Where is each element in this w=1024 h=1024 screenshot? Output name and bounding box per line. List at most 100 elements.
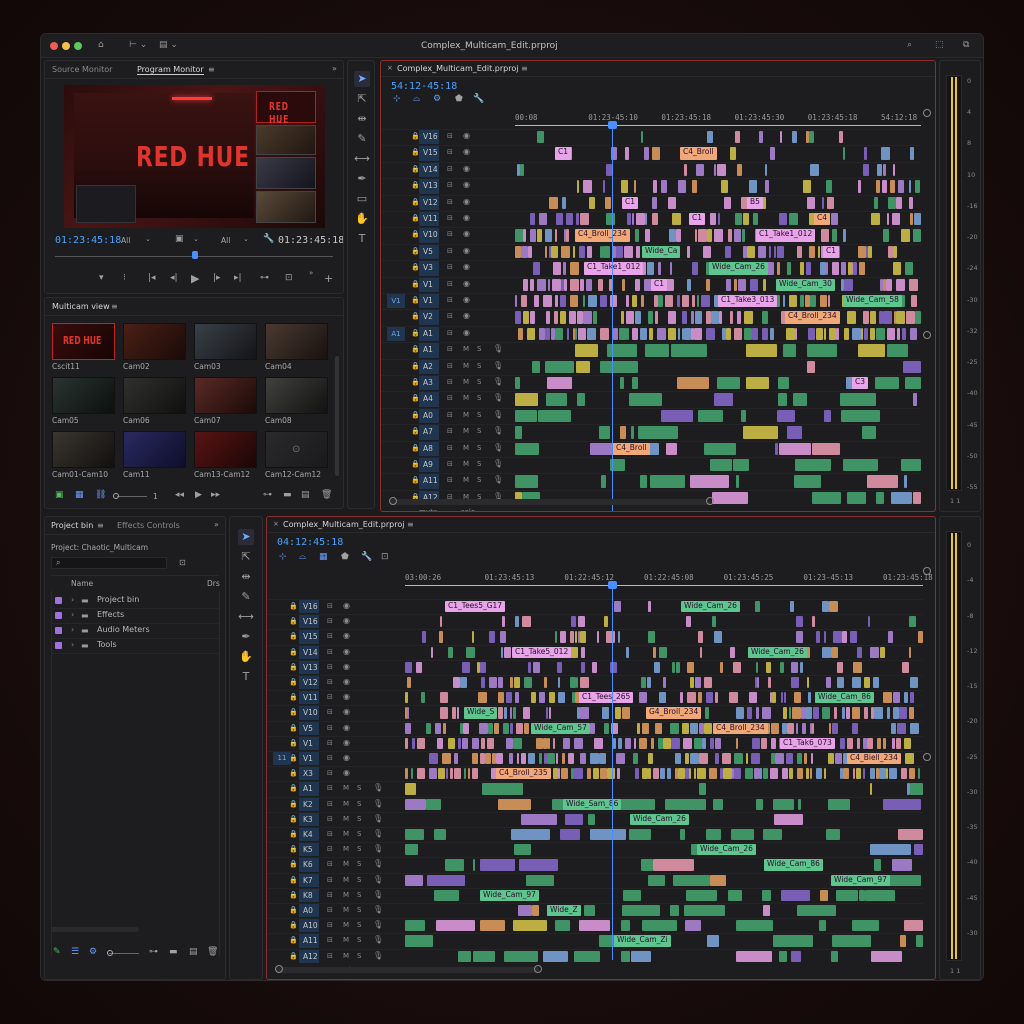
audio-clip[interactable]: [648, 874, 665, 886]
video-clip[interactable]: [792, 131, 797, 144]
video-clip[interactable]: [715, 692, 718, 704]
video-clip[interactable]: [685, 753, 689, 765]
video-clip[interactable]: [562, 196, 566, 209]
sync-lock-icon[interactable]: ⊟: [447, 230, 453, 238]
video-clip[interactable]: [755, 601, 760, 613]
video-clip[interactable]: [472, 631, 474, 643]
video-clip[interactable]: [462, 737, 468, 749]
video-clip[interactable]: [586, 278, 592, 291]
audio-clip[interactable]: [629, 393, 662, 406]
audio-clip[interactable]: [599, 426, 610, 439]
audio-clip[interactable]: [666, 442, 677, 455]
audio-clip[interactable]: [584, 905, 595, 917]
video-clip[interactable]: [863, 311, 869, 324]
named-clip[interactable]: Wide_Cam_30: [776, 278, 835, 291]
named-clip[interactable]: Wide_Cam_Zi: [614, 935, 671, 947]
audio-clip[interactable]: [650, 475, 685, 488]
tab-source-monitor[interactable]: Source Monitor: [52, 65, 112, 74]
audio-clip[interactable]: [405, 935, 433, 947]
mute-icon[interactable]: M: [343, 860, 349, 868]
audio-clip[interactable]: [773, 935, 813, 947]
video-clip[interactable]: [808, 692, 811, 704]
video-clip[interactable]: [578, 327, 586, 341]
video-clip[interactable]: [665, 295, 673, 308]
video-clip[interactable]: [904, 692, 908, 704]
video-clip[interactable]: [560, 311, 566, 324]
home-icon[interactable]: ⌂: [98, 40, 104, 50]
video-clip[interactable]: [753, 213, 758, 226]
audio-clip[interactable]: [590, 829, 626, 841]
video-clip[interactable]: [847, 737, 853, 749]
sync-lock-icon[interactable]: ⊟: [327, 800, 333, 808]
add-button-icon[interactable]: +: [324, 273, 333, 284]
video-clip[interactable]: [440, 707, 448, 719]
video-clip[interactable]: [670, 262, 672, 275]
video-clip[interactable]: [714, 631, 722, 643]
audio-clip[interactable]: [445, 859, 464, 871]
video-clip[interactable]: [877, 737, 881, 749]
video-clip[interactable]: [821, 229, 829, 242]
video-clip[interactable]: [707, 229, 712, 242]
lock-icon[interactable]: 🔒: [289, 724, 298, 732]
video-clip[interactable]: [909, 196, 913, 209]
video-clip[interactable]: [496, 753, 503, 765]
named-clip[interactable]: C1_Take1_012: [756, 229, 816, 242]
video-clip[interactable]: [734, 229, 741, 242]
tab-effects-controls[interactable]: Effects Controls: [117, 521, 180, 530]
audio-clip[interactable]: [791, 950, 801, 962]
audio-clip[interactable]: [910, 783, 923, 795]
video-clip[interactable]: [687, 245, 690, 259]
eye-icon[interactable]: ◉: [463, 279, 470, 288]
video-clip[interactable]: [863, 163, 869, 177]
video-clip[interactable]: [834, 707, 837, 719]
audio-clip[interactable]: [824, 409, 831, 423]
video-clip[interactable]: [549, 196, 558, 209]
sync-lock-icon[interactable]: ⊟: [327, 739, 333, 747]
video-clip[interactable]: [687, 278, 691, 291]
mute-icon[interactable]: M: [463, 394, 469, 402]
video-clip[interactable]: [826, 180, 832, 193]
named-clip[interactable]: C1: [689, 213, 706, 226]
audio-clip[interactable]: [698, 409, 723, 423]
bin-item-name[interactable]: Audio Meters: [97, 625, 150, 634]
eye-icon[interactable]: ◉: [463, 246, 470, 255]
video-clip[interactable]: [553, 262, 561, 275]
video-clip[interactable]: [545, 245, 547, 259]
settings-wrench-icon[interactable]: 🔧: [361, 553, 372, 562]
video-clip[interactable]: [603, 180, 605, 193]
video-clip[interactable]: [537, 131, 544, 144]
sync-lock-icon[interactable]: ⊟: [327, 663, 333, 671]
sync-lock-icon[interactable]: ⊟: [447, 148, 453, 156]
video-clip[interactable]: [812, 722, 814, 734]
lock-icon[interactable]: 🔒: [289, 678, 298, 686]
audio-clip[interactable]: [812, 442, 840, 455]
bin-zoom-knob[interactable]: [107, 950, 113, 956]
named-clip[interactable]: Wide_Cam_26: [630, 813, 689, 825]
video-clip[interactable]: [464, 768, 466, 780]
video-clip[interactable]: [803, 180, 811, 193]
video-clip[interactable]: [678, 180, 686, 193]
video-clip[interactable]: [824, 768, 826, 780]
video-clip[interactable]: [480, 661, 486, 673]
video-clip[interactable]: [888, 631, 893, 643]
video-clip[interactable]: [466, 646, 475, 658]
video-clip[interactable]: [780, 661, 784, 673]
video-clip[interactable]: [733, 661, 741, 673]
audio-clip[interactable]: [731, 829, 754, 841]
solo-icon[interactable]: S: [477, 460, 481, 468]
audio-clip[interactable]: [515, 409, 537, 423]
mic-icon[interactable]: 🎙: [373, 905, 383, 914]
video-clip[interactable]: [530, 229, 536, 242]
audio-clip[interactable]: [714, 393, 733, 406]
step-back-icon[interactable]: ◂|: [170, 274, 178, 283]
video-clip[interactable]: [877, 163, 882, 177]
eye-icon[interactable]: ◉: [463, 213, 470, 222]
video-clip[interactable]: [710, 213, 716, 226]
video-clip[interactable]: [678, 327, 680, 341]
snap-icon[interactable]: ⊹: [393, 95, 401, 104]
timeline-bottom-hscroll[interactable]: [275, 967, 539, 973]
video-clip[interactable]: [533, 262, 540, 275]
eye-icon[interactable]: ◉: [343, 601, 350, 610]
video-clip[interactable]: [563, 737, 570, 749]
video-clip[interactable]: [568, 753, 574, 765]
